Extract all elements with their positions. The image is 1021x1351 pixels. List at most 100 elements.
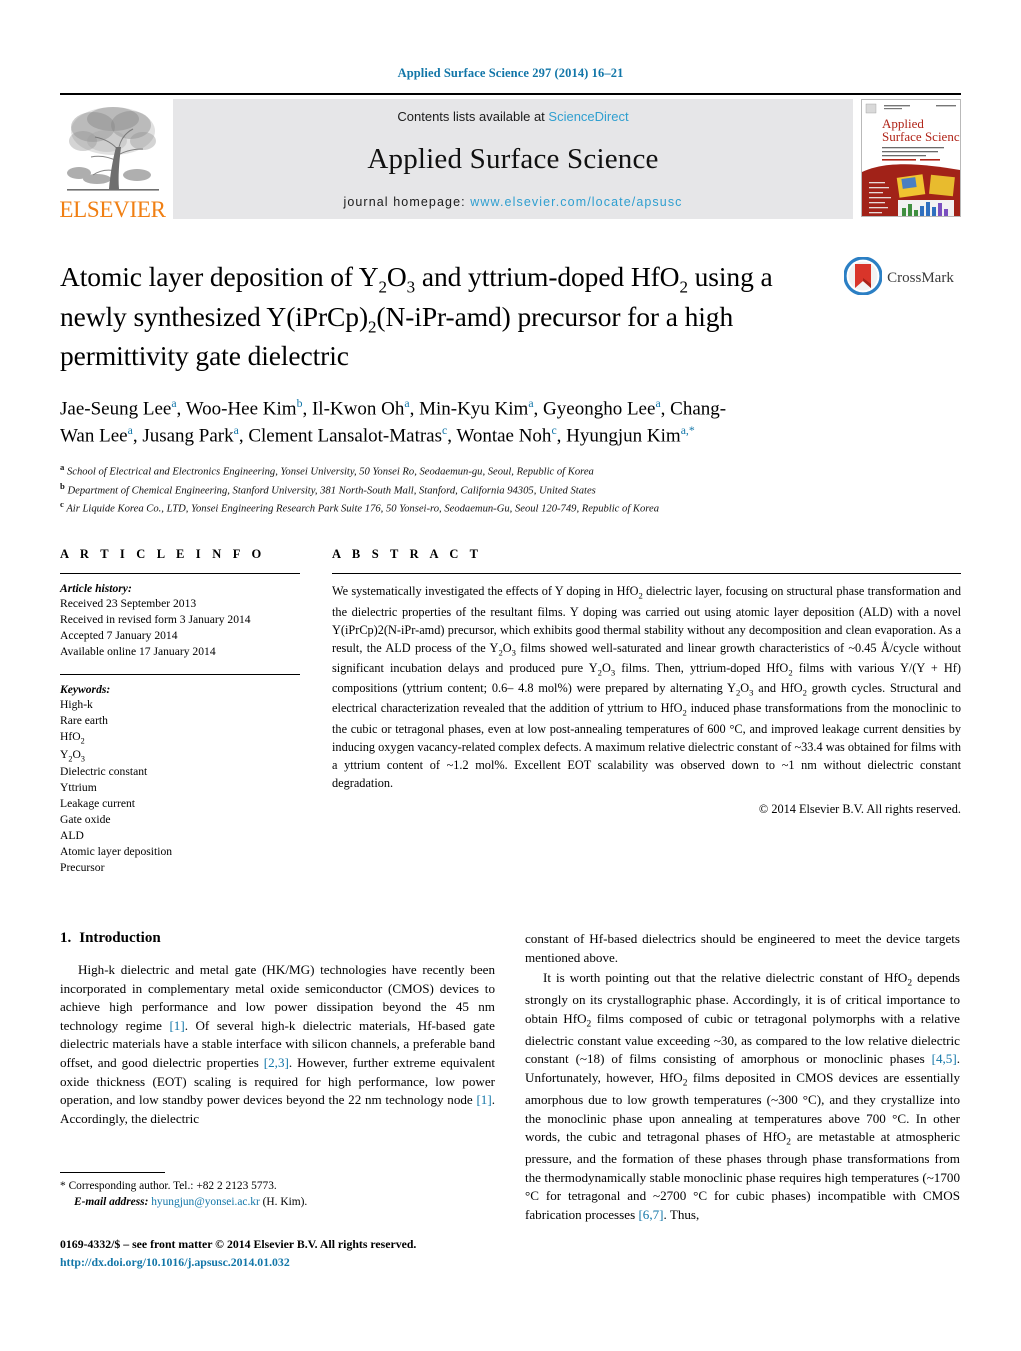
svg-text:Surface Science: Surface Science (882, 129, 960, 144)
journal-homepage-line: journal homepage: www.elsevier.com/locat… (343, 195, 682, 209)
title-part: permittivity gate dielectric (60, 340, 349, 372)
article-history-item: Available online 17 January 2014 (60, 645, 216, 659)
article-history-item: Received 23 September 2013 (60, 597, 197, 611)
article-history-lines: Received 23 September 2013 Received in re… (60, 596, 300, 660)
keyword-item: Yttrium (60, 781, 97, 795)
author-name: Hyungjun Kim (566, 425, 681, 447)
crossmark-badge[interactable]: CrossMark (837, 256, 961, 300)
author-affiliation-marker: a (127, 424, 133, 438)
email-link[interactable]: hyungjun@yonsei.ac.kr (151, 1196, 260, 1208)
affiliation-item: b Department of Chemical Engineering, St… (60, 480, 596, 497)
journal-title: Applied Surface Science (367, 143, 659, 175)
keyword-item: ALD (60, 829, 84, 843)
abstract-heading: A B S T R A C T (332, 547, 483, 562)
divider (60, 573, 300, 575)
author-affiliation-marker: a (233, 424, 239, 438)
author-name: Woo-Hee Kim (185, 398, 297, 420)
author-affiliation-marker: c (551, 424, 557, 438)
author-list: Jae-Seung Leea, Woo-Hee Kimb, Il-Kwon Oh… (60, 397, 727, 447)
divider (332, 573, 961, 575)
title-sub: 2 (378, 277, 387, 297)
citation-link[interactable]: [1] (476, 1092, 491, 1107)
keyword-item: High-k (60, 698, 93, 712)
page-title: Atomic layer deposition of Y2O3 and yttr… (60, 259, 831, 374)
title-part: using a (687, 261, 773, 292)
author-affiliation-marker: a (655, 397, 661, 411)
abstract-text: We systematically investigated the effec… (332, 584, 961, 791)
contents-available-line: Contents lists available at ScienceDirec… (397, 109, 628, 124)
citation-link[interactable]: [6,7] (638, 1207, 663, 1222)
author-affiliation-marker: a (171, 397, 177, 411)
sciencedirect-link[interactable]: ScienceDirect (548, 109, 628, 124)
running-head: Applied Surface Science 297 (2014) 16–21 (397, 66, 624, 80)
crossmark-label: CrossMark (887, 270, 954, 286)
title-part: Atomic layer deposition of Y (60, 261, 379, 292)
email-suffix: (H. Kim). (262, 1196, 308, 1209)
keyword-item: Rare earth (60, 714, 108, 728)
keywords-label: Keywords: (60, 683, 111, 697)
author-name: Clement Lansalot-Matras (248, 425, 442, 447)
footnote-rule (60, 1172, 165, 1173)
affiliation-marker: b (60, 480, 65, 491)
citation-link[interactable]: [1] (169, 1018, 184, 1033)
keyword-item: Dielectric constant (60, 765, 148, 779)
homepage-link[interactable]: www.elsevier.com/locate/apsusc (470, 195, 682, 209)
corresponding-author-line: * Corresponding author. Tel.: +82 2 2123… (60, 1178, 495, 1194)
author-affiliation-marker: a (528, 397, 534, 411)
article-info-heading: A R T I C L E I N F O (60, 547, 266, 562)
author-name: Il-Kwon Oh (311, 398, 405, 420)
citation-link[interactable]: [2,3] (264, 1055, 289, 1070)
keyword-item: Precursor (60, 861, 105, 875)
body-column-right: constant of Hf-based dielectrics should … (525, 930, 960, 1226)
corresponding-marker: * (60, 1180, 66, 1192)
section-label: Introduction (79, 930, 161, 947)
citation-link[interactable]: [4,5] (932, 1051, 957, 1066)
intro-paragraph-2: It is worth pointing out that the relati… (525, 970, 960, 1222)
author-name: Jusang Park (142, 425, 234, 447)
affiliation-list: a School of Electrical and Electronics E… (60, 461, 831, 518)
keyword-item: HfO2 (60, 730, 85, 746)
email-label: E-mail address: (74, 1196, 149, 1209)
title-sub: 3 (406, 277, 416, 297)
footnote-block: * Corresponding author. Tel.: +82 2 2123… (60, 1172, 495, 1210)
author-affiliation-marker: a (404, 397, 410, 411)
article-history-label: Article history: (60, 582, 132, 596)
doi-link[interactable]: http://dx.doi.org/10.1016/j.apsusc.2014.… (60, 1254, 580, 1272)
paper-page: Applied Surface Science 297 (2014) 16–21 (0, 0, 1021, 1351)
affiliation-marker: a (60, 461, 65, 472)
affiliation-marker: c (60, 499, 64, 510)
crossmark-icon (843, 256, 883, 300)
journal-cover-thumbnail: Applied Surface Science (861, 99, 961, 217)
article-history-item: Received in revised form 3 January 2014 (60, 613, 251, 627)
author-name: Wontae Noh (456, 425, 552, 447)
article-title-block: CrossMark Atomic layer deposition of Y2O… (60, 256, 961, 518)
title-sub: 2 (679, 277, 688, 297)
imprint-block: 0169-4332/$ – see front matter © 2014 El… (60, 1236, 580, 1271)
article-info-column: A R T I C L E I N F O Article history: R… (60, 547, 300, 876)
intro-paragraph-1: High-k dielectric and metal gate (HK/MG)… (60, 962, 495, 1126)
title-part: newly synthesized Y(iPrCp) (60, 300, 368, 332)
title-part: O (386, 261, 407, 292)
affiliation-item: a School of Electrical and Electronics E… (60, 461, 594, 478)
title-part: and yttrium-doped HfO (415, 261, 680, 292)
keyword-item: Atomic layer deposition (60, 845, 173, 859)
keyword-item: Gate oxide (60, 813, 111, 827)
author-affiliation-marker: a,* (680, 424, 695, 438)
affiliation-item: c Air Liquide Korea Co., LTD, Yonsei Eng… (60, 499, 660, 515)
author-name: Jae-Seung Lee (60, 398, 172, 420)
title-part: (N-iPr-amd) precursor for a high (376, 300, 734, 332)
contents-prefix: Contents lists available at (397, 109, 549, 124)
homepage-prefix: journal homepage: (343, 195, 471, 209)
email-line: E-mail address: hyungjun@yonsei.ac.kr (H… (60, 1194, 495, 1210)
elsevier-wordmark: ELSEVIER (59, 197, 166, 222)
abstract-column: A B S T R A C T We systematically invest… (332, 547, 961, 876)
elsevier-logo: ELSEVIER (59, 95, 166, 223)
info-abstract-row: A R T I C L E I N F O Article history: R… (60, 547, 961, 876)
article-history-item: Accepted 7 January 2014 (60, 629, 178, 643)
keyword-item: Y2O3 (60, 747, 85, 764)
copyright-line: © 2014 Elsevier B.V. All rights reserved… (758, 802, 961, 817)
journal-masthead: ELSEVIER Contents lists available at Sci… (59, 93, 961, 223)
corresponding-text: Corresponding author. Tel.: +82 2 2123 5… (68, 1180, 277, 1192)
author-affiliation-marker: b (296, 397, 303, 411)
issn-line: 0169-4332/$ – see front matter © 2014 El… (60, 1237, 417, 1251)
